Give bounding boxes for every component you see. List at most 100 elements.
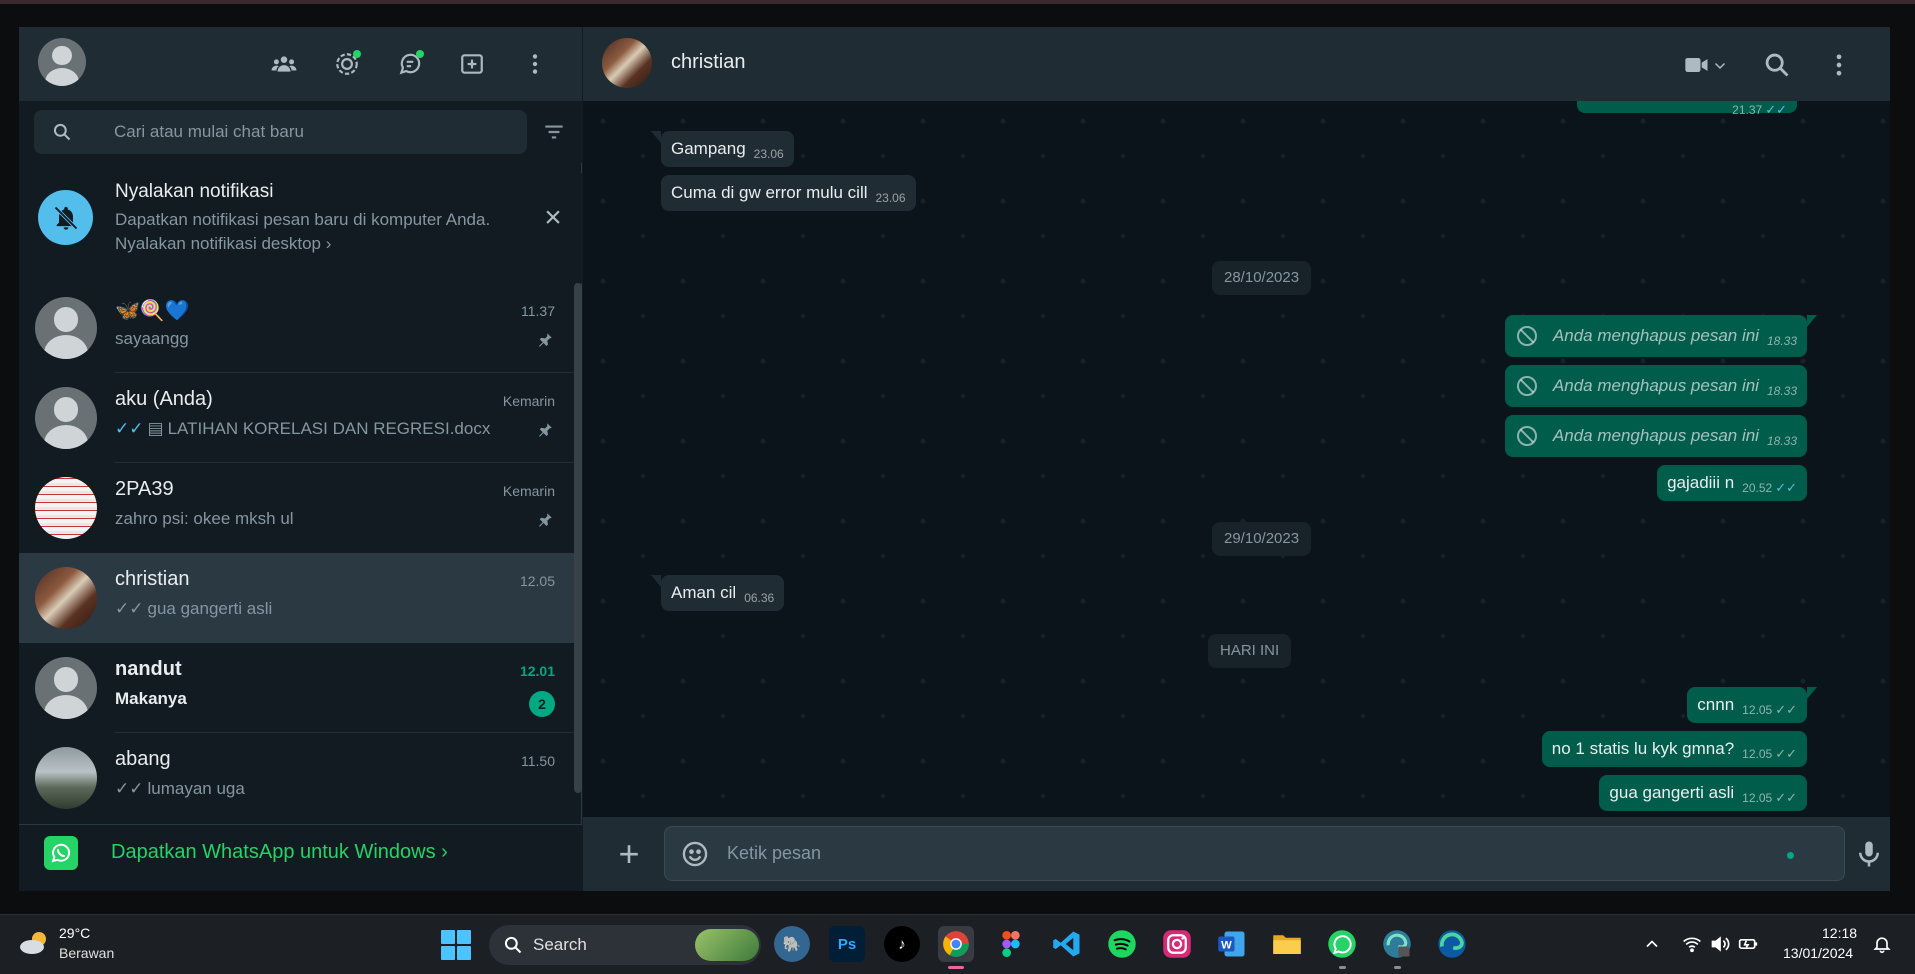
- chat-name: abang: [115, 748, 171, 770]
- chrome-icon[interactable]: [938, 926, 974, 962]
- my-avatar[interactable]: [38, 38, 86, 86]
- communities-icon[interactable]: [269, 49, 299, 79]
- microphone-icon[interactable]: [1854, 839, 1884, 869]
- edge-dev-icon[interactable]: [1379, 926, 1415, 962]
- chat-item-christian[interactable]: christian 12.05 ✓✓ gua gangerti asli: [19, 553, 574, 643]
- emoji-icon[interactable]: [681, 840, 709, 868]
- conversation-header[interactable]: christian: [583, 27, 1890, 101]
- windows-start-icon[interactable]: [441, 930, 471, 960]
- search-icon: [504, 936, 522, 954]
- photoshop-icon[interactable]: Ps: [829, 926, 865, 962]
- message-input-box[interactable]: [664, 826, 1845, 881]
- whatsapp-window: Nyalakan notifikasi Dapatkan notifikasi …: [19, 27, 1890, 891]
- unread-badge: 2: [529, 691, 555, 717]
- contact-avatar[interactable]: [602, 38, 652, 88]
- bell-off-icon: [53, 205, 78, 230]
- word-icon[interactable]: W: [1214, 926, 1250, 962]
- menu-icon[interactable]: [1825, 51, 1853, 79]
- bubble-tail: [651, 575, 661, 587]
- clock-date[interactable]: 13/01/2024: [1783, 945, 1853, 961]
- avatar: [35, 477, 97, 539]
- message-time: 18.33: [1766, 334, 1797, 348]
- date-separator: HARI INI: [1208, 634, 1292, 668]
- double-check-icon: ✓✓: [1765, 102, 1787, 117]
- chat-item-2pa39[interactable]: 2PA39 Kemarin zahro psi: okee mksh ul: [19, 463, 574, 553]
- ban-icon: [1516, 326, 1537, 346]
- filter-icon[interactable]: [541, 119, 567, 145]
- message-input[interactable]: [727, 827, 1777, 880]
- chat-item-aku[interactable]: aku (Anda) Kemarin ✓✓ ▤ LATIHAN KORELASI…: [19, 373, 574, 463]
- menu-icon[interactable]: [520, 49, 550, 79]
- chat-preview: zahro psi: okee mksh ul: [115, 509, 294, 529]
- double-check-icon: ✓✓: [115, 599, 144, 618]
- chat-time: Kemarin: [502, 393, 555, 409]
- chevron-right-icon: ›: [441, 841, 448, 863]
- close-icon[interactable]: ×: [540, 203, 566, 233]
- clock-time[interactable]: 12:18: [1822, 925, 1857, 941]
- chevron-down-icon[interactable]: [1711, 51, 1729, 79]
- chat-time: 12.05: [519, 573, 555, 589]
- search-icon[interactable]: [1763, 51, 1791, 79]
- channels-icon[interactable]: [395, 49, 425, 79]
- battery-icon[interactable]: [1738, 934, 1758, 954]
- spotify-icon[interactable]: [1104, 926, 1140, 962]
- deleted-message-bubble[interactable]: Anda menghapus pesan ini 18.33: [1504, 415, 1807, 457]
- message-bubble-partial[interactable]: 21.37 ✓✓: [1577, 101, 1797, 117]
- conversation-pane: christian 21.37 ✓✓ Gampang 23.06 Cuma di g…: [583, 27, 1890, 891]
- taskbar-search[interactable]: Search: [489, 925, 761, 965]
- channels-dot: [416, 50, 424, 58]
- message-time: 18.33: [1766, 434, 1797, 448]
- video-call-icon[interactable]: [1683, 51, 1711, 79]
- tiktok-icon[interactable]: ♪: [884, 926, 920, 962]
- ban-icon: [1516, 426, 1537, 446]
- contact-name[interactable]: christian: [671, 51, 745, 74]
- notification-bell-icon[interactable]: [1872, 934, 1892, 954]
- get-whatsapp-link[interactable]: Dapatkan WhatsApp untuk Windows ›: [111, 841, 448, 864]
- deleted-message-bubble[interactable]: Anda menghapus pesan ini 18.33: [1504, 315, 1807, 357]
- volume-icon[interactable]: [1710, 934, 1730, 954]
- chat-list-scrollbar[interactable]: [574, 283, 582, 793]
- chat-preview-text: gua gangerti asli: [147, 599, 273, 618]
- status-icon[interactable]: [332, 49, 362, 79]
- vscode-icon[interactable]: [1049, 926, 1085, 962]
- chat-name: aku (Anda): [115, 388, 213, 410]
- message-bubble[interactable]: gua gangerti asli 12.05 ✓✓: [1599, 775, 1807, 811]
- message-time: 06.36: [744, 591, 775, 605]
- avatar: [35, 567, 97, 629]
- message-composer: +: [583, 817, 1890, 891]
- chat-item-nandut[interactable]: nandut 12.01 Makanya 2: [19, 643, 574, 733]
- deleted-message-bubble[interactable]: Anda menghapus pesan ini 18.33: [1504, 365, 1807, 407]
- chat-preview: sayaangg: [115, 329, 189, 349]
- message-area[interactable]: 21.37 ✓✓ Gampang 23.06 Cuma di gw error mu…: [583, 101, 1890, 817]
- weather-cloud-icon[interactable]: [17, 930, 51, 956]
- wifi-icon[interactable]: [1682, 934, 1702, 954]
- edge-icon[interactable]: [1434, 926, 1470, 962]
- new-chat-icon[interactable]: [457, 49, 487, 79]
- whatsapp-icon[interactable]: [1324, 926, 1360, 962]
- chat-item-abang[interactable]: abang 11.50 ✓✓ lumayan uga: [19, 733, 574, 823]
- file-explorer-icon[interactable]: [1269, 926, 1305, 962]
- message-bubble[interactable]: Cuma di gw error mulu cill 23.06: [661, 175, 916, 211]
- bubble-tail: [651, 131, 661, 143]
- figma-icon[interactable]: [993, 926, 1029, 962]
- postgresql-icon[interactable]: 🐘: [774, 926, 810, 962]
- chat-item-butterfly[interactable]: 🦋🍭💙 11.37 sayaangg: [19, 283, 574, 373]
- sidebar: Nyalakan notifikasi Dapatkan notifikasi …: [19, 27, 582, 891]
- message-bubble[interactable]: Aman cil 06.36: [661, 575, 785, 611]
- message-bubble[interactable]: Gampang 23.06: [661, 131, 794, 167]
- search-input[interactable]: [114, 110, 514, 154]
- message-bubble[interactable]: no 1 statis lu kyk gmna? 12.05 ✓✓: [1541, 731, 1807, 767]
- instagram-icon[interactable]: [1159, 926, 1195, 962]
- message-bubble[interactable]: gajadiii n 20.52 ✓✓: [1657, 465, 1807, 501]
- chevron-up-icon[interactable]: [1642, 934, 1662, 954]
- message-bubble[interactable]: cnnn 12.05 ✓✓: [1687, 687, 1807, 723]
- message-text: Cuma di gw error mulu cill: [671, 183, 868, 202]
- notification-link-label: Nyalakan notifikasi desktop: [115, 234, 322, 253]
- weather-desc[interactable]: Berawan: [59, 945, 114, 961]
- chat-preview-text: Makanya: [115, 689, 187, 708]
- double-check-icon: ✓✓: [1775, 480, 1797, 495]
- attach-plus-icon[interactable]: +: [614, 836, 644, 872]
- search-box[interactable]: [34, 110, 527, 154]
- notification-link[interactable]: Nyalakan notifikasi desktop ›: [115, 234, 331, 254]
- weather-temp[interactable]: 29°C: [59, 925, 90, 941]
